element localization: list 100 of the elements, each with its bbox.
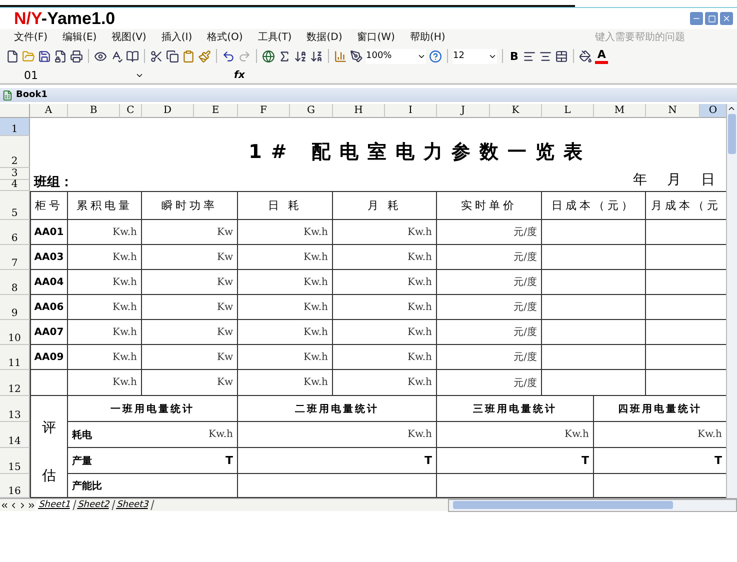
spell-check-icon[interactable] (110, 50, 123, 62)
function-button[interactable]: fx (234, 70, 245, 80)
bar-chart-icon[interactable] (334, 50, 347, 62)
sort-descending-icon[interactable] (310, 50, 323, 62)
evaluation-label: 估 (42, 466, 56, 484)
column-header[interactable]: H (333, 104, 385, 118)
save-icon[interactable] (38, 50, 51, 62)
column-header[interactable]: A (30, 104, 68, 118)
align-center-icon[interactable] (539, 50, 552, 62)
row-header[interactable]: 6 (0, 220, 30, 245)
column-header[interactable]: K (490, 104, 542, 118)
column-header[interactable]: D (142, 104, 194, 118)
clipboard-icon[interactable] (182, 50, 195, 62)
column-header[interactable]: L (542, 104, 594, 118)
scroll-thumb[interactable] (728, 114, 736, 154)
sheet-tab[interactable]: Sheet3 (112, 500, 154, 510)
minimize-button[interactable] (690, 12, 703, 25)
restore-button[interactable] (705, 12, 718, 25)
column-heading: 月 耗 (333, 191, 437, 220)
menu-item[interactable]: 插入(I) (161, 30, 192, 44)
row-header[interactable]: 1 (0, 118, 30, 136)
sheet-tab[interactable]: Sheet1 (34, 500, 76, 510)
column-header[interactable]: N (646, 104, 700, 118)
row-label: 耗电 (72, 428, 92, 442)
row-header[interactable]: 3 (0, 168, 30, 180)
bold-button[interactable]: B (508, 50, 520, 62)
unit-label: 元/度 (514, 226, 537, 239)
help-icon[interactable] (429, 50, 442, 62)
row-header[interactable]: 7 (0, 245, 30, 270)
last-sheet-icon[interactable] (27, 500, 36, 510)
book-icon[interactable] (126, 50, 139, 62)
menu-item[interactable]: 文件(F) (14, 30, 48, 44)
row-header[interactable]: 9 (0, 295, 30, 320)
row-header[interactable]: 8 (0, 270, 30, 295)
menu-item[interactable]: 窗口(W) (357, 30, 395, 44)
row-label: 产量 (72, 454, 92, 468)
column-header[interactable]: C (120, 104, 142, 118)
new-file-icon[interactable] (6, 50, 19, 62)
copy-icon[interactable] (166, 50, 179, 62)
row-header[interactable]: 5 (0, 191, 30, 220)
row-header[interactable]: 16 (0, 474, 30, 498)
row-header[interactable]: 13 (0, 396, 30, 422)
team-label: 班组： (32, 174, 74, 191)
sigma-icon[interactable] (278, 50, 291, 62)
preview-icon[interactable] (94, 50, 107, 62)
previous-sheet-icon[interactable] (9, 500, 18, 510)
help-search-field[interactable]: 键入需要帮助的问题 (593, 30, 697, 44)
row-header[interactable]: 15 (0, 448, 30, 474)
unit-label: T (714, 454, 722, 467)
font-size-dropdown[interactable]: 12 (453, 48, 497, 64)
column-header[interactable]: B (68, 104, 120, 118)
drawing-pen-icon[interactable] (350, 50, 363, 62)
shift-heading: 二班用电量统计 (295, 402, 379, 416)
paint-bucket-icon[interactable] (579, 50, 592, 62)
unit-label: 元/度 (514, 250, 537, 264)
close-button[interactable] (720, 12, 733, 25)
column-header[interactable]: G (290, 104, 333, 118)
sheet-tab[interactable]: Sheet2 (73, 500, 115, 510)
undo-icon[interactable] (222, 50, 235, 62)
horizontal-scrollbar[interactable] (448, 498, 737, 512)
row-header[interactable]: 12 (0, 370, 30, 396)
scissors-icon[interactable] (150, 50, 163, 62)
row-header[interactable]: 4 (0, 180, 30, 191)
unit-label: Kw (216, 326, 233, 338)
unit-label: Kw.h (304, 352, 328, 362)
row-header[interactable]: 2 (0, 136, 30, 168)
menu-item[interactable]: 编辑(E) (62, 30, 97, 44)
globe-icon[interactable] (262, 50, 275, 62)
paintbrush-icon[interactable] (198, 50, 211, 62)
name-box[interactable]: 01 (24, 68, 144, 82)
scroll-up-icon[interactable] (727, 104, 736, 113)
row-header[interactable]: 14 (0, 422, 30, 448)
next-sheet-icon[interactable] (18, 500, 27, 510)
unit-label: Kw.h (304, 252, 328, 262)
lock-file-icon[interactable] (54, 50, 67, 62)
row-header[interactable]: 10 (0, 320, 30, 345)
sort-ascending-icon[interactable] (294, 50, 307, 62)
menu-item[interactable]: 格式(O) (207, 30, 243, 44)
unit-label: Kw.h (304, 276, 328, 288)
column-header[interactable]: O (700, 104, 726, 118)
unit-label: Kw.h (564, 429, 589, 440)
menu-item[interactable]: 数据(D) (306, 30, 342, 44)
font-color-button[interactable]: A (595, 48, 608, 64)
menu-item[interactable]: 帮助(H) (410, 30, 446, 44)
column-header[interactable]: J (437, 104, 490, 118)
align-left-icon[interactable] (523, 50, 536, 62)
column-header[interactable]: M (594, 104, 646, 118)
first-sheet-icon[interactable] (0, 500, 9, 510)
merge-cells-icon[interactable] (555, 50, 568, 62)
unit-label: Kw.h (408, 276, 432, 288)
menu-item[interactable]: 视图(V) (112, 30, 146, 44)
zoom-dropdown[interactable]: 100% (366, 48, 426, 64)
column-header[interactable]: I (385, 104, 437, 118)
scroll-thumb[interactable] (453, 501, 673, 509)
column-header[interactable]: E (194, 104, 238, 118)
column-header[interactable]: F (238, 104, 290, 118)
menu-item[interactable]: 工具(T) (258, 30, 292, 44)
row-header[interactable]: 11 (0, 345, 30, 370)
printer-icon[interactable] (70, 50, 83, 62)
vertical-scrollbar[interactable] (726, 104, 737, 498)
